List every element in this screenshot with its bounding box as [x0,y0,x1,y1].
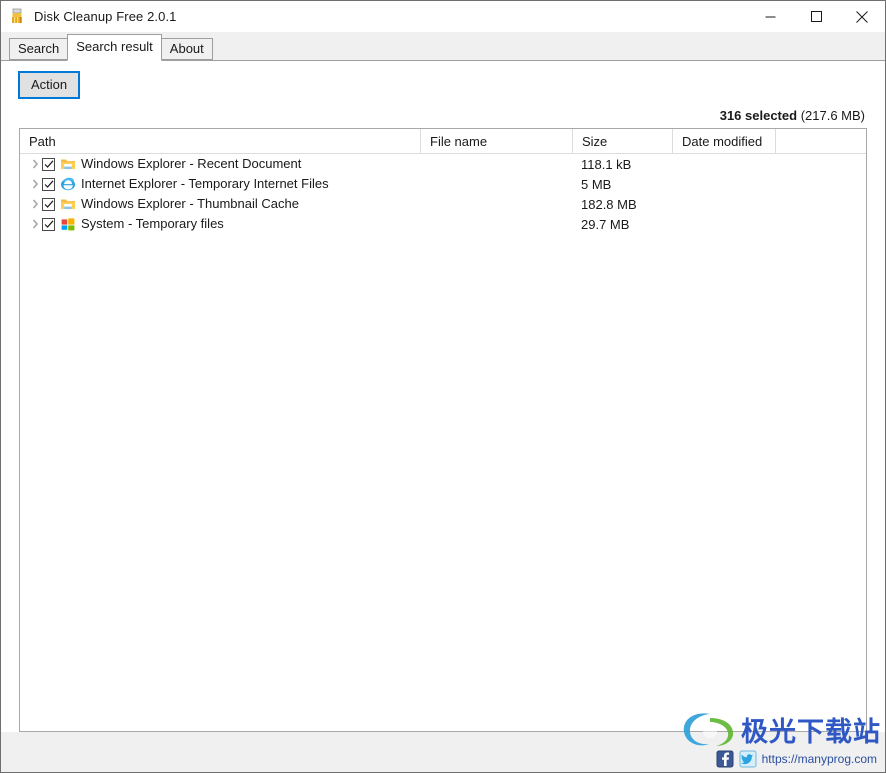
column-header-filler [775,129,866,153]
list-body: Windows Explorer - Recent Document 118.1… [20,154,866,731]
row-checkbox[interactable] [42,157,55,171]
window-title: Disk Cleanup Free 2.0.1 [34,9,177,24]
tab-page-search-result: Action 316 selected (217.6 MB) Path File… [1,60,885,772]
tab-search-result[interactable]: Search result [67,34,162,61]
social-links: https://manyprog.com [716,750,877,768]
website-url[interactable]: https://manyprog.com [762,750,877,768]
toolbar: Action [1,61,885,99]
twitter-icon[interactable] [739,750,757,768]
row-size-cell: 29.7 MB [581,216,630,232]
column-header-size[interactable]: Size [572,129,672,153]
close-button[interactable] [839,1,885,32]
row-size-cell: 5 MB [581,176,612,192]
column-header-date-modified[interactable]: Date modified [672,129,775,153]
row-path-label: Internet Explorer - Temporary Internet F… [81,176,329,191]
status-bar: https://manyprog.com [1,732,885,772]
windows-logo-icon [60,216,76,232]
row-path-cell: System - Temporary files [20,216,420,232]
table-row[interactable]: Windows Explorer - Thumbnail Cache 182.8… [20,194,866,214]
maximize-button[interactable] [793,1,839,32]
list-header: Path File name Size Date modified [20,129,866,154]
results-list: Path File name Size Date modified Window… [19,128,867,732]
column-header-file-name[interactable]: File name [420,129,572,153]
window-controls [747,1,885,32]
row-path-cell: Windows Explorer - Recent Document [20,156,420,172]
selected-size: (217.6 MB) [800,108,865,123]
chevron-right-icon[interactable] [28,159,42,169]
table-row[interactable]: System - Temporary files 29.7 MB [20,214,866,234]
row-path-label: Windows Explorer - Thumbnail Cache [81,196,299,211]
tab-about[interactable]: About [160,38,213,60]
folder-icon [60,196,76,212]
folder-icon [60,156,76,172]
chevron-right-icon[interactable] [28,219,42,229]
title-bar: Disk Cleanup Free 2.0.1 [1,1,885,32]
tab-search[interactable]: Search [9,38,69,60]
chevron-right-icon[interactable] [28,179,42,189]
row-path-label: Windows Explorer - Recent Document [81,156,302,171]
column-header-path[interactable]: Path [20,129,420,153]
app-window: Disk Cleanup Free 2.0.1 Search Search re… [0,0,886,773]
row-size-cell: 182.8 MB [581,196,637,212]
row-checkbox[interactable] [42,197,55,211]
row-size-cell: 118.1 kB [581,156,632,172]
row-path-label: System - Temporary files [81,216,224,231]
broom-icon [9,8,26,25]
title-bar-left: Disk Cleanup Free 2.0.1 [1,8,747,25]
row-checkbox[interactable] [42,177,55,191]
facebook-icon[interactable] [716,750,734,768]
row-path-cell: Internet Explorer - Temporary Internet F… [20,176,420,192]
selected-count: 316 selected [719,108,798,123]
action-button[interactable]: Action [18,71,81,99]
selection-summary: 316 selected (217.6 MB) [1,99,885,128]
row-path-cell: Windows Explorer - Thumbnail Cache [20,196,420,212]
tab-strip: Search Search result About [1,32,885,61]
table-row[interactable]: Internet Explorer - Temporary Internet F… [20,174,866,194]
internet-explorer-icon [60,176,76,192]
table-row[interactable]: Windows Explorer - Recent Document 118.1… [20,154,866,174]
chevron-right-icon[interactable] [28,199,42,209]
minimize-button[interactable] [747,1,793,32]
row-checkbox[interactable] [42,217,55,231]
